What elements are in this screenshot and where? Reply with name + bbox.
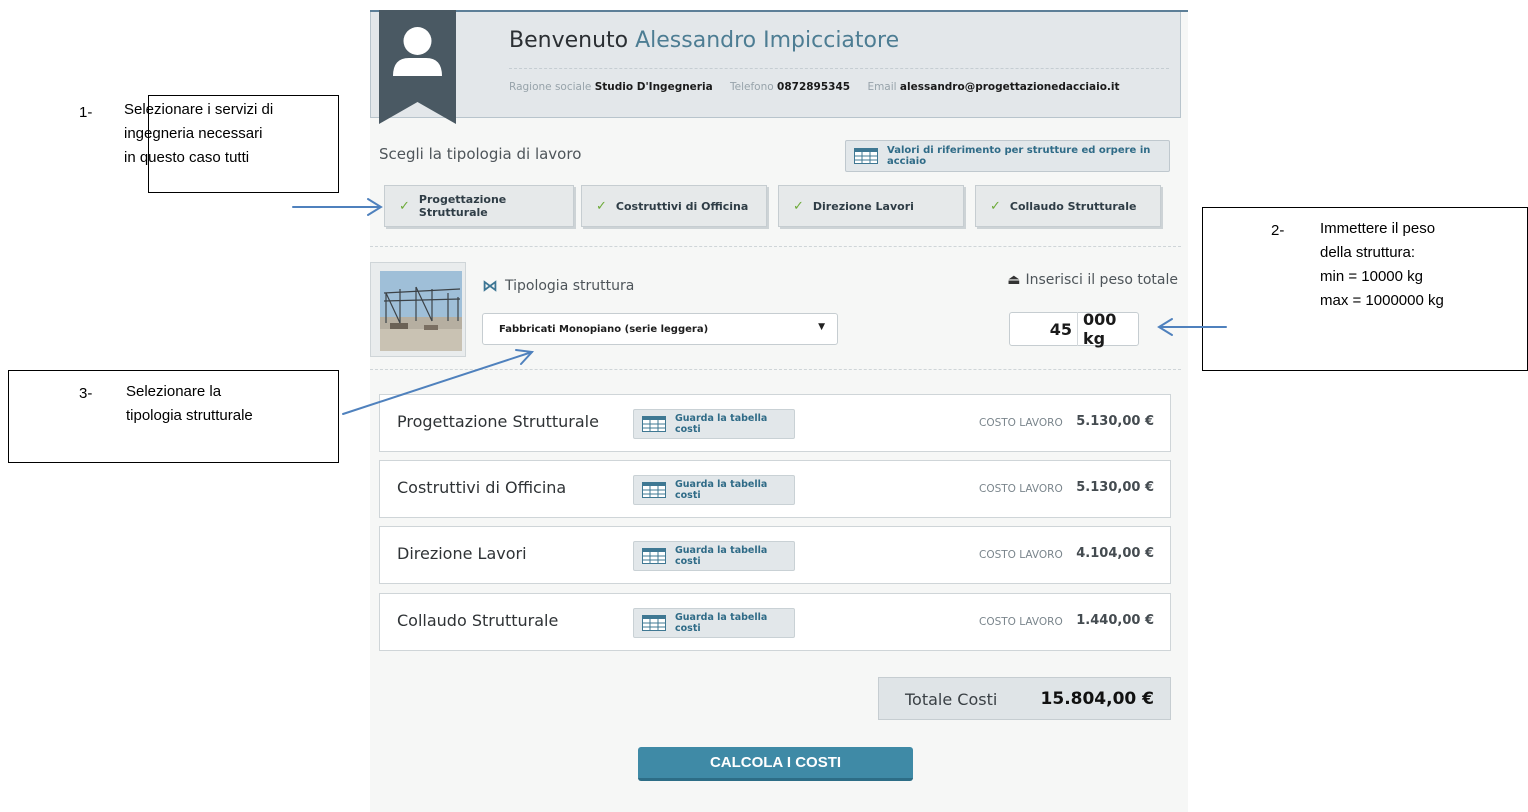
structure-type-text: Tipologia struttura: [505, 277, 635, 294]
service-label: Direzione Lavori: [812, 199, 914, 213]
weight-label-text: Inserisci il peso totale: [1025, 272, 1178, 288]
section-divider: [370, 246, 1181, 247]
cost-value: 1.440,00 €: [1076, 613, 1154, 628]
steel-frame-image: [380, 271, 462, 351]
calculate-costs-button[interactable]: CALCOLA I COSTI: [638, 747, 913, 781]
total-costs: Totale Costi 15.804,00 €: [878, 677, 1171, 720]
annotation-line: in questo caso tutti: [124, 149, 250, 166]
total-label: Totale Costi: [905, 690, 998, 709]
service-costruttivi-officina[interactable]: ✓ Costruttivi di Officina: [581, 185, 767, 227]
weight-icon: ⏏: [1007, 272, 1021, 288]
welcome-title: Benvenuto Alessandro Impicciatore: [509, 28, 899, 53]
company-value: Studio D'Ingegneria: [594, 81, 713, 93]
table-icon: [642, 615, 666, 631]
view-cost-table-button[interactable]: Guarda la tabella costi: [633, 541, 795, 571]
check-icon: ✓: [990, 198, 1001, 214]
cost-row-direzione: Direzione Lavori Guarda la tabella costi…: [379, 526, 1171, 584]
cost-row-name: Costruttivi di Officina: [397, 478, 567, 497]
cost-calculator-panel: Benvenuto Alessandro Impicciatore Ragion…: [370, 10, 1188, 812]
annotation-3: 3- Selezionare la tipologia strutturale: [8, 370, 339, 463]
cost-value: 5.130,00 €: [1076, 480, 1154, 495]
total-value: 15.804,00 €: [1040, 689, 1154, 709]
bowtie-icon: ⋈: [482, 276, 498, 295]
profile-divider: [509, 68, 1169, 69]
phone-value: 0872895345: [777, 81, 851, 93]
welcome-prefix: Benvenuto: [509, 28, 629, 53]
phone-label: Telefono: [730, 81, 774, 93]
check-icon: ✓: [399, 198, 410, 214]
annotation-number: 1-: [79, 104, 93, 121]
view-cost-table-label: Guarda la tabella costi: [675, 479, 768, 501]
annotation-1: 1- Selezionare i servizi di ingegneria n…: [79, 95, 339, 193]
annotation-line: min = 10000 kg: [1320, 268, 1423, 285]
annotation-text: Selezionare la tipologia strutturale: [126, 380, 253, 428]
service-label: Progettazione Strutturale: [418, 193, 507, 219]
user-avatar-icon: [379, 10, 456, 124]
cost-row-collaudo: Collaudo Strutturale Guarda la tabella c…: [379, 593, 1171, 651]
weight-input[interactable]: [1010, 314, 1072, 344]
user-profile-header: Benvenuto Alessandro Impicciatore Ragion…: [370, 10, 1181, 124]
table-icon: [854, 148, 878, 164]
email-label: Email: [867, 81, 897, 93]
table-icon: [642, 548, 666, 564]
work-type-title: Scegli la tipologia di lavoro: [379, 145, 582, 163]
cost-label: COSTO LAVORO: [979, 417, 1063, 429]
service-label: Collaudo Strutturale: [1009, 199, 1137, 213]
cost-value: 5.130,00 €: [1076, 414, 1154, 429]
check-icon: ✓: [596, 198, 607, 214]
view-cost-table-button[interactable]: Guarda la tabella costi: [633, 608, 795, 638]
cost-label: COSTO LAVORO: [979, 549, 1063, 561]
service-collaudo-strutturale[interactable]: ✓ Collaudo Strutturale: [975, 185, 1161, 227]
view-cost-table-label: Guarda la tabella costi: [675, 413, 768, 435]
annotation-2: 2- Immettere il peso della struttura: mi…: [1202, 207, 1528, 371]
cost-row-costruttivi: Costruttivi di Officina Guarda la tabell…: [379, 460, 1171, 518]
section-divider: [370, 369, 1181, 370]
weight-field: 000 kg: [1009, 310, 1139, 348]
annotation-line: max = 1000000 kg: [1320, 292, 1444, 309]
table-icon: [642, 416, 666, 432]
annotation-line: tipologia strutturale: [126, 407, 253, 424]
profile-info: Ragione sociale Studio D'Ingegneria Tele…: [509, 81, 1120, 93]
view-cost-table-label: Guarda la tabella costi: [675, 545, 768, 567]
user-name: Alessandro Impicciatore: [635, 28, 900, 53]
reference-values-button[interactable]: Valori di riferimento per strutture ed o…: [845, 140, 1170, 172]
structure-photo: [370, 262, 466, 357]
view-cost-table-label: Guarda la tabella costi: [675, 612, 768, 634]
company-label: Ragione sociale: [509, 81, 592, 93]
annotation-line: della struttura:: [1320, 244, 1416, 261]
email-value: alessandro@progettazionedacciaio.it: [899, 81, 1120, 93]
view-cost-table-button[interactable]: Guarda la tabella costi: [633, 475, 795, 505]
annotation-line: ingegneria necessari: [124, 125, 263, 142]
cost-value: 4.104,00 €: [1076, 546, 1154, 561]
view-cost-table-button[interactable]: Guarda la tabella costi: [633, 409, 795, 439]
reference-values-label: Valori di riferimento per strutture ed o…: [887, 145, 1151, 167]
table-icon: [642, 482, 666, 498]
cost-row-name: Progettazione Strutturale: [397, 412, 599, 431]
selected-structure-type: Fabbricati Monopiano (serie leggera): [499, 323, 709, 335]
structure-type-select[interactable]: Fabbricati Monopiano (serie leggera) ▼: [482, 313, 838, 345]
cost-row-name: Direzione Lavori: [397, 544, 527, 563]
chevron-down-icon: ▼: [818, 322, 825, 332]
check-icon: ✓: [793, 198, 804, 214]
structure-type-label: ⋈ Tipologia struttura: [482, 276, 634, 295]
cost-label: COSTO LAVORO: [979, 616, 1063, 628]
annotation-line: Selezionare i servizi di: [124, 101, 274, 118]
service-progettazione-strutturale[interactable]: ✓ Progettazione Strutturale: [384, 185, 574, 227]
cost-row-name: Collaudo Strutturale: [397, 611, 559, 630]
annotation-text: Immettere il peso della struttura: min =…: [1320, 217, 1444, 313]
annotation-line: Selezionare la: [126, 383, 222, 400]
cost-row-progettazione: Progettazione Strutturale Guarda la tabe…: [379, 394, 1171, 452]
weight-unit: 000 kg: [1077, 310, 1138, 348]
annotation-number: 2-: [1271, 222, 1285, 239]
annotation-text: Selezionare i servizi di ingegneria nece…: [124, 98, 273, 170]
cost-label: COSTO LAVORO: [979, 483, 1063, 495]
service-label: Costruttivi di Officina: [615, 199, 749, 213]
annotation-number: 3-: [79, 385, 93, 402]
annotation-line: Immettere il peso: [1320, 220, 1436, 237]
weight-label: ⏏ Inserisci il peso totale: [1007, 272, 1178, 288]
service-direzione-lavori[interactable]: ✓ Direzione Lavori: [778, 185, 964, 227]
